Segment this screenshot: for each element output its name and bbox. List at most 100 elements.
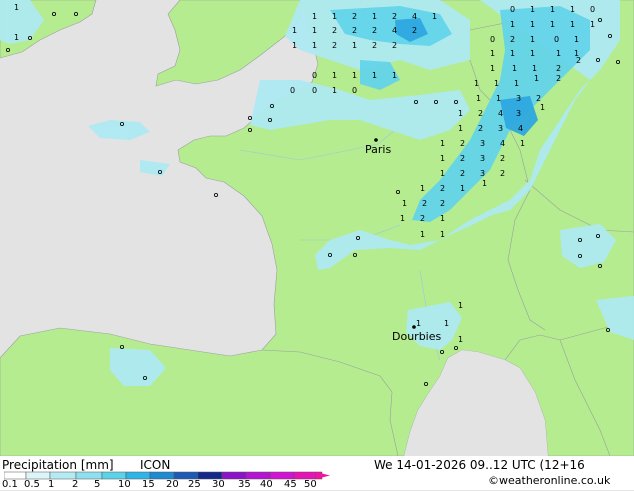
svg-text:2: 2 [412, 26, 417, 35]
legend-swatch [149, 471, 175, 480]
svg-text:2: 2 [510, 35, 515, 44]
svg-text:0: 0 [490, 35, 495, 44]
svg-text:1: 1 [332, 71, 337, 80]
datetime-label: We 14-01-2026 09..12 UTC (12+16 [374, 458, 585, 472]
legend-arrow [316, 472, 330, 479]
legend-label: 10 [118, 479, 131, 490]
svg-text:2: 2 [460, 169, 465, 178]
svg-text:1: 1 [312, 41, 317, 50]
svg-text:2: 2 [556, 74, 561, 83]
svg-text:0: 0 [312, 71, 317, 80]
model-name: ICON [140, 458, 171, 472]
svg-text:4: 4 [518, 124, 523, 133]
svg-text:3: 3 [480, 139, 485, 148]
legend-label: 25 [188, 479, 201, 490]
svg-text:1: 1 [416, 319, 421, 328]
legend-swatch [101, 471, 127, 480]
svg-text:1: 1 [458, 109, 463, 118]
svg-text:1: 1 [420, 230, 425, 239]
svg-text:1: 1 [352, 41, 357, 50]
legend-swatch [197, 471, 223, 480]
credit-label: ©weatheronline.co.uk [488, 474, 611, 487]
svg-text:0: 0 [290, 86, 295, 95]
svg-text:2: 2 [500, 154, 505, 163]
svg-text:1: 1 [440, 169, 445, 178]
legend-label: 0.1 [2, 479, 18, 490]
svg-text:1: 1 [510, 49, 515, 58]
svg-text:1: 1 [514, 79, 519, 88]
svg-text:1: 1 [292, 41, 297, 50]
svg-text:1: 1 [550, 20, 555, 29]
svg-text:3: 3 [480, 169, 485, 178]
svg-text:1: 1 [372, 71, 377, 80]
svg-text:1: 1 [440, 139, 445, 148]
svg-text:4: 4 [498, 109, 503, 118]
svg-text:3: 3 [516, 94, 521, 103]
svg-text:1: 1 [332, 12, 337, 21]
svg-text:2: 2 [440, 199, 445, 208]
svg-text:1: 1 [530, 20, 535, 29]
svg-text:1: 1 [440, 154, 445, 163]
chart-title: Precipitation [mm] [2, 458, 114, 472]
svg-text:2: 2 [556, 64, 561, 73]
svg-text:2: 2 [460, 139, 465, 148]
svg-text:3: 3 [480, 154, 485, 163]
svg-text:1: 1 [420, 184, 425, 193]
svg-text:3: 3 [498, 124, 503, 133]
svg-text:1: 1 [510, 20, 515, 29]
svg-text:2: 2 [478, 109, 483, 118]
legend-label: 50 [304, 479, 317, 490]
svg-text:1: 1 [458, 335, 463, 344]
svg-text:1: 1 [332, 86, 337, 95]
legend-label: 5 [94, 479, 101, 490]
city-dot-dourbies [412, 325, 416, 329]
svg-text:1: 1 [444, 319, 449, 328]
svg-text:1: 1 [532, 64, 537, 73]
legend-swatch [293, 471, 317, 480]
legend-label: 2 [72, 479, 79, 490]
legend-swatch [49, 471, 77, 480]
svg-text:1: 1 [540, 103, 545, 112]
svg-text:1: 1 [372, 12, 377, 21]
svg-text:1: 1 [556, 49, 561, 58]
svg-text:1: 1 [392, 71, 397, 80]
city-dot-paris [374, 138, 378, 142]
svg-text:0: 0 [510, 5, 515, 14]
legend-label: 15 [142, 479, 155, 490]
svg-text:1: 1 [458, 124, 463, 133]
svg-text:1: 1 [458, 301, 463, 310]
svg-text:1: 1 [574, 35, 579, 44]
svg-text:1: 1 [534, 74, 539, 83]
svg-text:1: 1 [482, 179, 487, 188]
svg-text:2: 2 [352, 12, 357, 21]
svg-text:2: 2 [332, 26, 337, 35]
legend-swatch [245, 471, 271, 480]
svg-text:1: 1 [494, 79, 499, 88]
svg-text:1: 1 [440, 230, 445, 239]
svg-text:2: 2 [500, 169, 505, 178]
legend-label: 0.5 [24, 479, 40, 490]
svg-text:1: 1 [440, 214, 445, 223]
svg-text:2: 2 [420, 214, 425, 223]
svg-text:2: 2 [536, 94, 541, 103]
svg-text:1: 1 [312, 12, 317, 21]
svg-text:2: 2 [422, 199, 427, 208]
legend-swatch [269, 471, 295, 480]
svg-text:1: 1 [590, 20, 595, 29]
svg-text:1: 1 [14, 33, 19, 42]
svg-text:3: 3 [516, 109, 521, 118]
legend-swatch [125, 471, 151, 480]
svg-text:2: 2 [440, 184, 445, 193]
svg-text:1: 1 [496, 94, 501, 103]
svg-text:2: 2 [332, 41, 337, 50]
svg-text:4: 4 [412, 12, 417, 21]
svg-text:1: 1 [570, 20, 575, 29]
city-label-dourbies: Dourbies [392, 330, 442, 343]
svg-text:1: 1 [520, 139, 525, 148]
svg-text:0: 0 [590, 5, 595, 14]
svg-text:1: 1 [570, 5, 575, 14]
legend-label: 35 [238, 479, 251, 490]
city-label-paris: Paris [365, 143, 392, 156]
svg-text:2: 2 [372, 26, 377, 35]
svg-text:0: 0 [312, 86, 317, 95]
